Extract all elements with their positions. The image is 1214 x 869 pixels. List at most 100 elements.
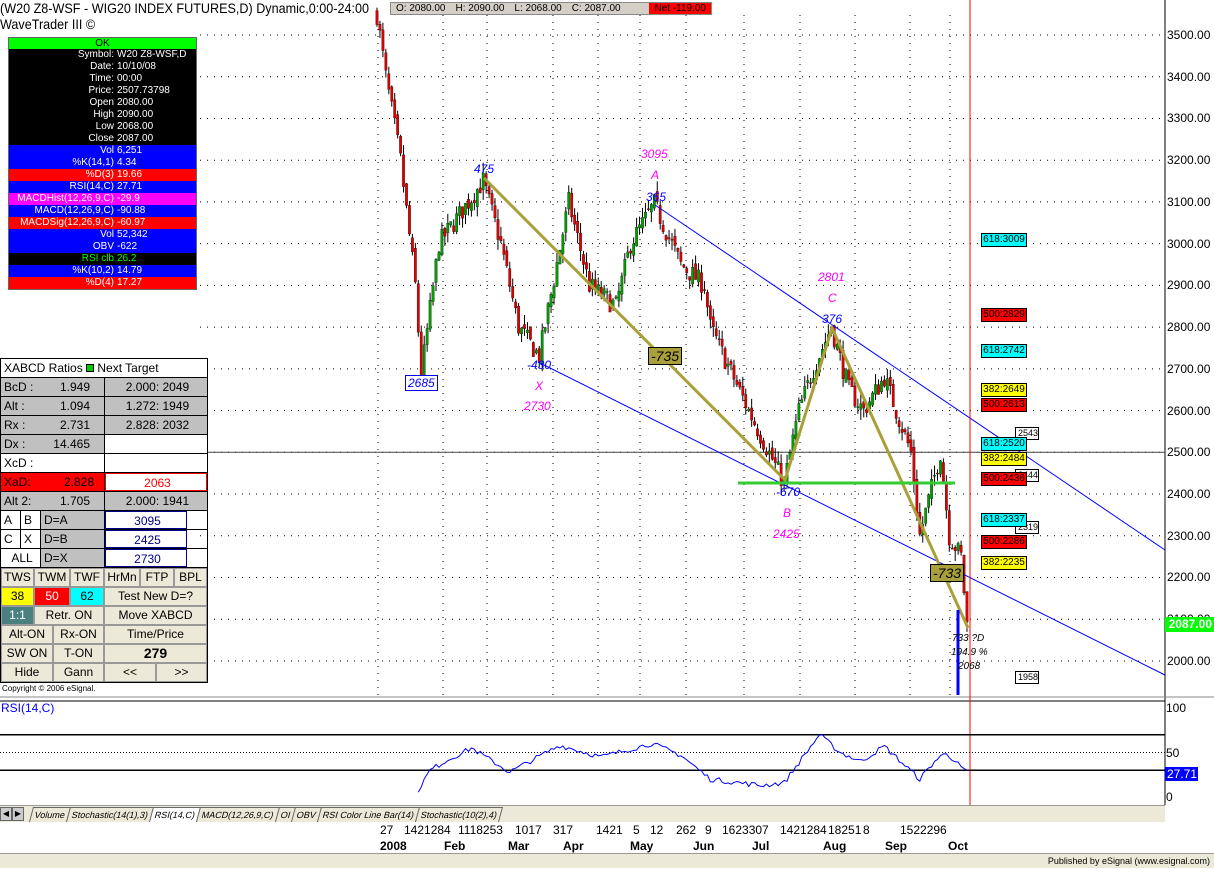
candle-body [747,408,751,411]
candle-body [723,348,727,369]
info-row: Time: 00:00 [9,73,196,85]
xad-label: XaD: [4,475,31,489]
candle-body [874,384,877,395]
alt-on-button[interactable]: Alt-ON [1,625,53,644]
test-new-d-button[interactable]: Test New D=? [104,587,207,606]
point-X-button[interactable]: X [21,530,41,548]
last-price-marker: 2087.00 [1165,617,1214,632]
xcd-label: XcD : [1,454,105,472]
prev-button[interactable]: << [104,663,156,682]
hrmn-button[interactable]: HrMn [104,568,140,587]
price-tick: 3300.00 [1167,111,1211,126]
candle-body [883,379,886,387]
time-price-button[interactable]: Time/Price [104,625,207,644]
candle-body [664,235,668,241]
candle-body [602,288,606,295]
xabcd-pattern-line [482,176,970,629]
tab-stochastic-14-1-3-[interactable]: Stochastic(14(1),3) [66,806,155,822]
fib-level-box: 618:2520 [981,436,1027,451]
ratio-row: BcD : 1.949 2.000: 2049 [1,378,207,397]
point-A-button[interactable]: A [1,511,21,529]
candle-body [523,324,526,329]
sw-on-button[interactable]: SW ON [1,644,53,663]
indicator-tabs: ◀ ▶ Volume Stochastic(14(1),3) RSI(14,C) MA… [0,805,1165,822]
candle-body [517,305,520,334]
level-62-button[interactable]: 62 [70,587,104,606]
candle-body [452,225,456,232]
point-all-button[interactable]: ALL [1,549,41,567]
candle-body [711,316,715,328]
candle-body [759,434,762,444]
month-tick: 2008 [380,839,407,853]
info-row: %K(14,1) 4.34 [9,157,196,169]
tab-volume[interactable]: Volume [28,806,72,822]
candle-body [499,236,503,242]
candle-body [673,236,677,246]
info-value: 10/10/08 [117,61,156,72]
info-row: Date: 10/10/08 [9,61,196,73]
info-value: 52,342 [117,229,148,240]
date-tick: 317 [553,823,574,837]
twm-button[interactable]: TWM [34,568,70,587]
candle-body [912,447,916,484]
info-label: Open [89,97,114,108]
candle-body [685,268,689,273]
retr-on-button[interactable]: Retr. ON [34,606,104,625]
move-xabcd-button[interactable]: Move XABCD [104,606,207,625]
tws-button[interactable]: TWS [1,568,34,587]
level-38-button[interactable]: 38 [1,587,34,606]
candle-body [425,328,429,345]
info-label: Vol [100,229,114,240]
hide-button[interactable]: Hide [1,663,53,682]
candle-body [644,211,647,219]
candle-body [756,428,759,437]
label-3095: 3095 [641,147,668,161]
gann-button[interactable]: Gann [53,663,104,682]
d-row: A B D=A 3095 [1,511,207,530]
rsi-label: RSI(14,C) [1,701,55,715]
scroll-left-icon[interactable]: ◀ [0,807,12,821]
candle-body [455,213,459,232]
info-row: MACD(12,26,9,C) -90.88 [9,205,196,217]
price-level-box: 1958 [1015,671,1039,685]
rsi-tick: 0 [1166,790,1173,804]
level-50-button[interactable]: 50 [34,587,70,606]
rx-on-button[interactable]: Rx-ON [53,625,104,644]
candle-body [650,204,653,213]
candle-body [552,285,556,299]
point-B-button[interactable]: B [21,511,41,529]
ftp-button[interactable]: FTP [140,568,174,587]
candle-body [428,300,432,330]
ratio-button[interactable]: 1:1 [1,606,34,625]
tab-stochastic-10-2-4-[interactable]: Stochastic(10(2),4) [415,806,504,822]
candle-body [399,136,402,154]
candle-body [647,208,650,210]
candle-body [661,225,665,232]
next-button[interactable]: >> [156,663,207,682]
tab-rsi-14-c-[interactable]: RSI(14,C) [149,806,202,822]
price-tick: 2900.00 [1167,278,1211,293]
candle-body [738,382,742,388]
t-on-button[interactable]: T-ON [53,644,104,663]
candle-body [638,224,641,229]
bpl-button[interactable]: BPL [174,568,207,587]
scroll-right-icon[interactable]: ▶ [12,807,24,821]
price-tick: 2000.00 [1167,653,1211,668]
candle-body [422,344,426,380]
candle-body [573,215,577,225]
candle-body [390,86,394,102]
date-tick: 1118253 [458,823,503,837]
candle-body [871,392,874,406]
candle-body [844,369,848,383]
candle-body [933,474,936,477]
month-tick: Feb [444,839,466,853]
candle-body [381,29,385,51]
tab-rsi-color-line-bar-14-[interactable]: RSI Color Line Bar(14) [317,806,421,822]
ratio-row: Rx : 2.731 2.828: 2032 [1,416,207,435]
info-row: RSI clb 26.2 [9,253,196,265]
point-C-button[interactable]: C [1,530,21,548]
data-window: OK Symbol: W20 Z8-WSF,D Date: 10/10/08 Time:… [8,37,197,290]
tab-macd-12-26-9-c-[interactable]: MACD(12,26,9,C) [196,806,280,822]
candle-body [726,363,730,367]
twf-button[interactable]: TWF [70,568,104,587]
